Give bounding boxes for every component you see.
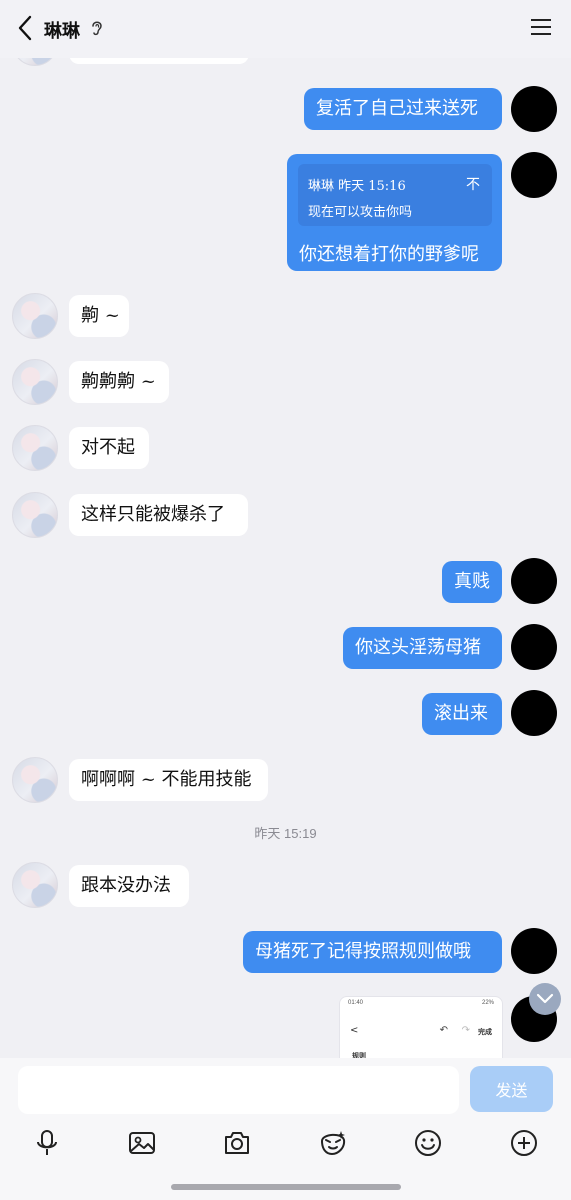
self-avatar[interactable]: [511, 86, 557, 132]
image-message[interactable]: 01:40 22% < ↶ ↷ 完成 规则: [339, 996, 503, 1060]
self-avatar[interactable]: [511, 152, 557, 198]
preview-status-right: 22%: [481, 1000, 494, 1006]
home-indicator: [171, 1184, 401, 1190]
camera-icon[interactable]: [222, 1128, 252, 1158]
back-icon[interactable]: [12, 12, 40, 44]
message-bubble-out[interactable]: 复活了自己过来送死: [304, 88, 502, 130]
image-icon[interactable]: [127, 1128, 157, 1158]
self-avatar[interactable]: [511, 690, 557, 736]
peer-avatar[interactable]: [12, 757, 58, 803]
chat-title[interactable]: 琳琳: [44, 17, 80, 43]
emoji-icon[interactable]: [413, 1128, 443, 1158]
quote-box[interactable]: 琳琳 昨天 15:16 不 现在可以攻击你吗: [298, 164, 492, 226]
message-bubble-out[interactable]: 滚出来: [422, 693, 502, 735]
message-bubble-out[interactable]: 真贱: [442, 561, 502, 603]
message-text: 母猪死了记得按照规则做哦: [255, 941, 471, 962]
preview-done: 完成: [478, 1028, 492, 1036]
plus-icon[interactable]: [509, 1128, 539, 1158]
microphone-icon[interactable]: [32, 1128, 62, 1158]
input-bar: 发送: [0, 1058, 571, 1200]
self-avatar[interactable]: [511, 558, 557, 604]
message-text: 齁 ~: [81, 305, 120, 326]
message-bubble-out[interactable]: 你这头淫荡母猪: [343, 627, 502, 669]
preview-redo-icon: ↷: [461, 1025, 470, 1036]
message-text: 你这头淫荡母猪: [355, 637, 481, 658]
message-bubble-out[interactable]: 母猪死了记得按照规则做哦: [243, 931, 502, 973]
quote-close: 不: [466, 177, 480, 193]
quote-text: 现在可以攻击你吗: [308, 205, 413, 220]
message-text: 滚出来: [434, 703, 488, 724]
ear-icon: [92, 21, 102, 36]
message-text: 这样只能被爆杀了: [81, 504, 225, 525]
message-bubble-in[interactable]: 齁 ~: [69, 295, 129, 337]
message-text: 对不起: [81, 437, 135, 458]
message-bubble-in[interactable]: 跟本没办法: [69, 865, 189, 907]
message-input[interactable]: [18, 1066, 459, 1114]
scroll-down-button[interactable]: [529, 983, 561, 1015]
message-bubble-in[interactable]: 啊啊啊 ~ 不能用技能: [69, 759, 268, 801]
chat-header: 琳琳: [0, 0, 571, 58]
message-bubble-in[interactable]: 齁齁齁 ~: [69, 361, 169, 403]
peer-avatar[interactable]: [12, 425, 58, 471]
preview-status-time: 01:40: [348, 1000, 364, 1006]
sticker-icon[interactable]: [318, 1128, 348, 1158]
quote-author-time: 琳琳 昨天 15:16: [308, 179, 406, 194]
message-text: 啊啊啊 ~ 不能用技能: [81, 769, 252, 790]
chevron-down-icon: [536, 993, 554, 1004]
preview-undo-icon: ↶: [439, 1025, 448, 1036]
message-text: 真贱: [454, 571, 490, 592]
message-text: 齁齁齁 ~: [81, 371, 156, 392]
message-text: 复活了自己过来送死: [316, 98, 478, 119]
message-bubble-in[interactable]: 这样只能被爆杀了: [69, 494, 248, 536]
peer-avatar[interactable]: [12, 862, 58, 908]
peer-avatar[interactable]: [12, 359, 58, 405]
message-text: 你还想着打你的野爹呢: [299, 244, 479, 265]
self-avatar[interactable]: [511, 624, 557, 670]
send-button[interactable]: 发送: [470, 1066, 553, 1112]
message-text: 跟本没办法: [81, 875, 171, 896]
timestamp-separator: 昨天 15:19: [254, 826, 317, 841]
peer-avatar[interactable]: [12, 492, 58, 538]
self-avatar[interactable]: [511, 928, 557, 974]
peer-avatar[interactable]: [12, 293, 58, 339]
menu-icon[interactable]: [529, 16, 553, 38]
preview-back-icon: <: [350, 1025, 359, 1036]
message-bubble-in[interactable]: 对不起: [69, 427, 149, 469]
